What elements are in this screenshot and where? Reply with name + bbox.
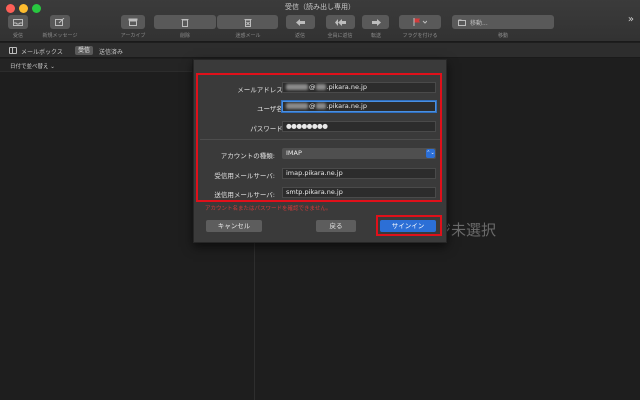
account-sign-in-sheet: メールアドレス: @ .pikara.ne.jp ユーザ名: @ .pikara.n…	[193, 59, 447, 243]
redacted-text	[315, 103, 326, 109]
compose-icon	[55, 18, 65, 26]
redacted-text	[286, 103, 308, 109]
reply-arrow-icon	[295, 18, 305, 26]
reply-label: 返信	[294, 33, 305, 39]
archive-box-icon	[128, 18, 138, 26]
reply-all-icon	[334, 18, 346, 26]
flag-label: フラグを付ける	[402, 33, 438, 39]
redacted-text	[286, 84, 308, 90]
favorites-bar: メールボックス 受信 送信済み	[0, 43, 640, 58]
divider	[200, 139, 440, 140]
redacted-text	[315, 84, 326, 90]
sidebar-toggle-icon[interactable]	[9, 47, 17, 54]
outgoing-server-field[interactable]: smtp.pikara.ne.jp	[282, 187, 436, 198]
outgoing-server-label: 送信用メールサーバ:	[214, 191, 275, 199]
up-down-chevron-icon: ⌃⌄	[426, 149, 435, 158]
forward-label: 転送	[370, 33, 381, 39]
username-label: ユーザ名:	[256, 105, 285, 113]
forward-button[interactable]	[362, 15, 389, 29]
archive-button[interactable]	[121, 15, 145, 29]
cancel-button[interactable]: キャンセル	[206, 220, 262, 232]
account-type-select[interactable]: IMAP ⌃⌄	[282, 148, 436, 159]
email-field[interactable]: @ .pikara.ne.jp	[282, 82, 436, 93]
password-field[interactable]: ●●●●●●●●	[282, 121, 436, 132]
account-type-value: IMAP	[286, 149, 302, 157]
delete-label: 削除	[179, 33, 190, 39]
receive-button[interactable]	[8, 15, 28, 29]
username-field[interactable]: @ .pikara.ne.jp	[282, 101, 436, 112]
sort-by-date-button[interactable]: 日付で並べ替え ⌄	[10, 62, 55, 70]
sent-favorite-button[interactable]: 送信済み	[99, 47, 123, 56]
receive-label: 受信	[12, 33, 23, 39]
mailboxes-button[interactable]: メールボックス	[21, 47, 63, 56]
move-label: 移動	[497, 33, 508, 39]
junk-bin-icon	[244, 18, 251, 27]
new-message-label: 新規メッセージ	[42, 33, 78, 39]
password-label: パスワード:	[250, 125, 285, 133]
incoming-server-field[interactable]: imap.pikara.ne.jp	[282, 168, 436, 179]
junk-button[interactable]	[217, 15, 278, 29]
more-toolbar-chevron-icon[interactable]: »	[628, 14, 634, 25]
new-message-button[interactable]	[50, 15, 70, 29]
trash-icon	[181, 18, 189, 27]
reply-all-button[interactable]	[326, 15, 355, 29]
error-message: アカウント名またはパスワードを確認できません。	[205, 206, 332, 212]
incoming-server-label: 受信用メールサーバ:	[214, 172, 275, 180]
sort-bar: 日付で並べ替え ⌄	[0, 59, 192, 72]
move-popup-button[interactable]: 移動...	[452, 15, 554, 29]
window-title: 受信（読み出し専用）	[285, 3, 355, 11]
red-flag-icon	[413, 18, 427, 26]
back-button[interactable]: 戻る	[316, 220, 356, 232]
inbox-tray-icon	[13, 18, 23, 26]
account-type-label: アカウントの種類:	[220, 152, 275, 160]
email-label: メールアドレス:	[237, 86, 285, 94]
window-toolbar: 受信（読み出し専用） 受信 新規メッセージ アーカイブ 削除 迷惑メール 返信 …	[0, 0, 640, 42]
inbox-favorite-button[interactable]: 受信	[75, 45, 94, 55]
flag-button[interactable]	[399, 15, 441, 29]
folder-icon	[458, 19, 466, 26]
sign-in-button[interactable]: サインイン	[380, 220, 436, 232]
forward-arrow-icon	[371, 18, 381, 26]
junk-label: 迷惑メール	[235, 33, 261, 39]
reply-all-label: 全員に返信	[327, 33, 353, 39]
delete-button[interactable]	[154, 15, 216, 29]
archive-label: アーカイブ	[120, 33, 146, 39]
move-field-text: 移動...	[470, 19, 488, 27]
reply-button[interactable]	[286, 15, 315, 29]
